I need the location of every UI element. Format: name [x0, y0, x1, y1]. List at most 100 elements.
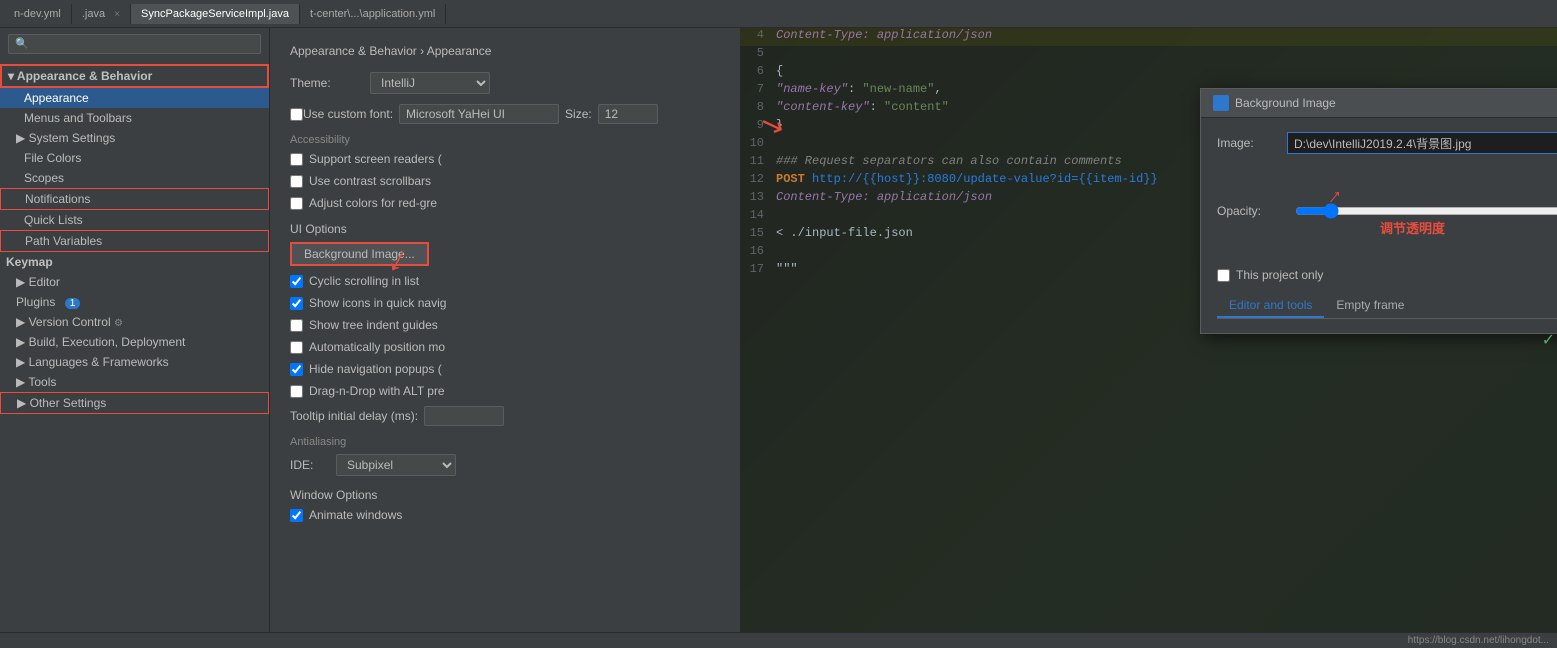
tooltip-input[interactable] — [424, 406, 504, 426]
sidebar-item-build-execution[interactable]: ▶ Build, Execution, Deployment — [0, 332, 269, 352]
main-layout: ▾ Appearance & Behavior Appearance Menus… — [0, 28, 1557, 632]
bg-image-btn-container: Background Image... — [290, 242, 720, 266]
font-input[interactable] — [399, 104, 559, 124]
ui-options-title: UI Options — [290, 222, 720, 236]
bg-opacity-slider[interactable] — [1295, 203, 1557, 219]
code-line-4: 4 Content-Type: application/json — [740, 28, 1557, 46]
expand-arrow: ▶ — [16, 375, 25, 389]
settings-content: Appearance & Behavior › Appearance Theme… — [270, 28, 740, 632]
bg-tab-empty-frame[interactable]: Empty frame — [1324, 294, 1416, 318]
antialiasing-title: Antialiasing — [290, 436, 720, 448]
tooltip-label: Tooltip initial delay (ms): — [290, 409, 418, 423]
expand-arrow: ▶ — [16, 131, 25, 145]
breadcrumb: Appearance & Behavior › Appearance — [290, 44, 720, 58]
auto-position-row: Automatically position mo — [290, 340, 720, 354]
dialog-icon — [1213, 95, 1229, 111]
sidebar-item-appearance-behavior[interactable]: ▾ Appearance & Behavior — [0, 64, 269, 88]
sidebar-item-tools[interactable]: ▶ Tools — [0, 372, 269, 392]
background-image-dialog: Background Image ✕ Image: ... Opacity: — [1200, 88, 1557, 334]
screen-readers-row: Support screen readers ( — [290, 152, 720, 166]
custom-font-checkbox[interactable] — [290, 108, 303, 121]
expand-arrow: ▶ — [16, 275, 25, 289]
sidebar-item-keymap[interactable]: Keymap — [0, 252, 269, 272]
bg-image-row: Image: ... — [1217, 132, 1557, 154]
drag-drop-checkbox[interactable] — [290, 385, 303, 398]
tooltip-row: Tooltip initial delay (ms): — [290, 406, 720, 426]
sidebar-item-appearance[interactable]: Appearance — [0, 88, 269, 108]
auto-position-checkbox[interactable] — [290, 341, 303, 354]
ide-label: IDE: — [290, 458, 330, 472]
bg-path-input[interactable] — [1287, 132, 1557, 154]
adjust-colors-checkbox[interactable] — [290, 197, 303, 210]
editor-area: 4 Content-Type: application/json 5 6 { 7… — [740, 28, 1557, 632]
bottom-bar: https://blog.csdn.net/lihongdot... — [0, 632, 1557, 648]
animate-windows-checkbox[interactable] — [290, 509, 303, 522]
screen-readers-checkbox[interactable] — [290, 153, 303, 166]
version-control-icon: ⚙ — [114, 318, 123, 329]
settings-panel: ▾ Appearance & Behavior Appearance Menus… — [0, 28, 270, 632]
drag-drop-row: Drag-n-Drop with ALT pre — [290, 384, 720, 398]
sidebar-item-editor[interactable]: ▶ Editor — [0, 272, 269, 292]
expand-arrow: ▾ — [8, 69, 14, 83]
bg-opacity-row: Opacity: ▲ ▼ ⇔ ≡ — [1217, 166, 1557, 256]
contrast-scrollbars-checkbox[interactable] — [290, 175, 303, 188]
sidebar-item-path-variables[interactable]: Path Variables — [0, 230, 269, 252]
sidebar-item-languages-frameworks[interactable]: ▶ Languages & Frameworks — [0, 352, 269, 372]
background-image-button[interactable]: Background Image... — [290, 242, 429, 266]
show-tree-indent-checkbox[interactable] — [290, 319, 303, 332]
sidebar-item-notifications[interactable]: Notifications — [0, 188, 269, 210]
expand-arrow: ▶ — [16, 335, 25, 349]
cyclic-scrolling-checkbox[interactable] — [290, 275, 303, 288]
tab-java[interactable]: .java × — [72, 4, 131, 24]
this-project-only-label: This project only — [1236, 268, 1323, 282]
sidebar-item-other-settings[interactable]: ▶ Other Settings — [0, 392, 269, 414]
hide-nav-popups-row: Hide navigation popups ( — [290, 362, 720, 376]
sidebar-item-version-control[interactable]: ▶ Version Control ⚙ — [0, 312, 269, 332]
expand-arrow: ▶ — [16, 315, 25, 329]
expand-arrow: ▶ — [16, 355, 25, 369]
bg-dialog-body: Image: ... Opacity: ▲ ▼ — [1201, 118, 1557, 333]
show-tree-indent-row: Show tree indent guides — [290, 318, 720, 332]
tab-sync[interactable]: SyncPackageServiceImpl.java — [131, 4, 300, 24]
accessibility-section-title: Accessibility — [290, 134, 720, 146]
app-window: n-dev.yml .java × SyncPackageServiceImpl… — [0, 0, 1557, 648]
custom-font-label: Use custom font: — [303, 107, 393, 121]
animate-windows-row: Animate windows — [290, 508, 720, 522]
this-project-only-row: This project only — [1217, 268, 1557, 282]
sidebar-item-menus-toolbars[interactable]: Menus and Toolbars — [0, 108, 269, 128]
font-row: Use custom font: Size: — [290, 104, 720, 124]
sidebar-item-scopes[interactable]: Scopes — [0, 168, 269, 188]
code-line-5: 5 — [740, 46, 1557, 64]
cyclic-scrolling-row: Cyclic scrolling in list — [290, 274, 720, 288]
size-label: Size: — [565, 107, 592, 121]
contrast-scrollbars-row: Use contrast scrollbars — [290, 174, 720, 188]
theme-row: Theme: IntelliJ — [290, 72, 720, 94]
expand-arrow: ▶ — [17, 396, 26, 410]
close-icon[interactable]: × — [114, 9, 120, 20]
tab-dev-yml[interactable]: n-dev.yml — [4, 4, 72, 24]
bottom-url: https://blog.csdn.net/lihongdot... — [1408, 635, 1549, 646]
bg-dialog-title-text: Background Image — [1235, 96, 1336, 110]
bg-dialog-tabs: Editor and tools Empty frame — [1217, 294, 1557, 319]
sidebar-item-quick-lists[interactable]: Quick Lists — [0, 210, 269, 230]
settings-search-container — [0, 28, 269, 60]
bg-tab-editor[interactable]: Editor and tools — [1217, 294, 1324, 318]
show-icons-checkbox[interactable] — [290, 297, 303, 310]
settings-tree: ▾ Appearance & Behavior Appearance Menus… — [0, 60, 269, 632]
theme-select[interactable]: IntelliJ — [370, 72, 490, 94]
plugins-badge: 1 — [65, 298, 81, 309]
size-input[interactable] — [598, 104, 658, 124]
bg-opacity-label: Opacity: — [1217, 204, 1287, 218]
sidebar-item-plugins[interactable]: Plugins 1 — [0, 292, 269, 312]
ide-antialiasing-select[interactable]: Subpixel — [336, 454, 456, 476]
ide-antialiasing-row: IDE: Subpixel — [290, 454, 720, 476]
code-line-6: 6 { — [740, 64, 1557, 82]
adjust-colors-row: Adjust colors for red-gre — [290, 196, 720, 210]
hide-nav-popups-checkbox[interactable] — [290, 363, 303, 376]
sidebar-item-system-settings[interactable]: ▶ System Settings — [0, 128, 269, 148]
settings-search-input[interactable] — [8, 34, 261, 54]
tab-application[interactable]: t-center\...\application.yml — [300, 4, 446, 24]
sidebar-item-file-colors[interactable]: File Colors — [0, 148, 269, 168]
show-icons-row: Show icons in quick navig — [290, 296, 720, 310]
this-project-only-checkbox[interactable] — [1217, 269, 1230, 282]
